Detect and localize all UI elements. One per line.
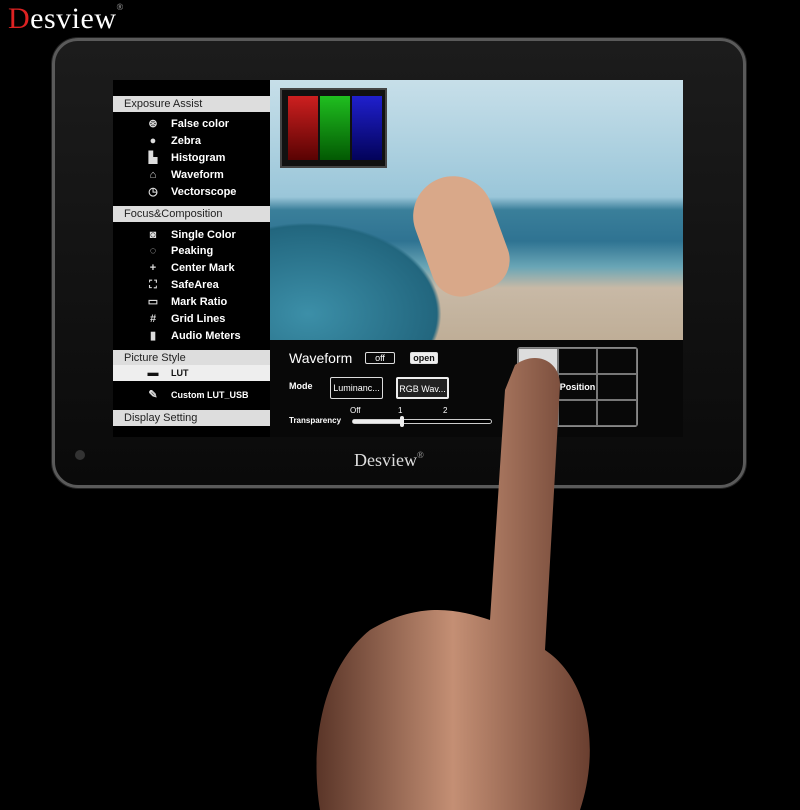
tick-1: 1 [398,406,403,415]
sidebar-item-label: Waveform [171,169,224,181]
sidebar-item-label: SafeArea [171,279,219,291]
position-grid: Position [517,347,638,427]
transparency-label: Transparency [289,416,342,425]
sidebar-item-peaking[interactable]: ◌ Peaking [113,243,270,259]
mode-rgb-waveform-button[interactable]: RGB Wav... [396,377,449,399]
section-header[interactable]: Display Setting [113,410,270,426]
zebra-icon: ● [149,135,157,147]
sidebar-item-zebra[interactable]: ● Zebra [113,133,270,149]
single-color-icon: ◙ [149,229,157,241]
brand-logo: Desview® [8,2,124,35]
sidebar-item-label: Audio Meters [171,330,241,342]
sidebar-item-mark-ratio[interactable]: ▭ Mark Ratio [113,294,270,310]
video-preview [270,80,683,340]
sidebar-item-audio-meters[interactable]: ▮ Audio Meters [113,328,270,344]
sidebar-item-lut[interactable]: ▬ LUT [113,365,270,381]
position-cell-top-right[interactable] [597,348,637,374]
sidebar-item-label: Histogram [171,152,226,164]
mode-luminance-button[interactable]: Luminanc... [330,377,383,399]
vectorscope-icon: ◷ [148,186,158,198]
edit-icon: ✎ [148,389,158,401]
sidebar-item-label: Center Mark [171,262,235,274]
sidebar-item-label: Vectorscope [171,186,237,198]
section-header[interactable]: Picture Style [113,350,270,366]
histogram-icon: ▙ [148,152,158,164]
sidebar-item-custom-lut-usb[interactable]: ✎ Custom LUT_USB [113,387,270,403]
sidebar-item-waveform[interactable]: ⌂ Waveform [113,167,270,183]
safe-area-icon: ⛶ [149,279,157,291]
sidebar-item-label: Grid Lines [171,313,226,325]
waveform-settings-panel: Waveform off open Mode Luminanc... RGB W… [270,340,683,437]
sidebar-item-label: LUT [171,368,189,378]
sidebar-item-vectorscope[interactable]: ◷ Vectorscope [113,184,270,200]
lut-icon: ▬ [147,367,159,379]
tick-2: 2 [443,406,448,415]
sidebar-item-label: Zebra [171,135,201,147]
sidebar-item-label: Single Color [171,229,236,241]
camera-sensor-icon [75,450,85,460]
sidebar-item-grid-lines[interactable]: # Grid Lines [113,311,270,327]
position-cell-bottom-right[interactable] [597,400,637,426]
position-cell-bottom-left[interactable] [518,400,558,426]
open-button[interactable]: open [410,352,438,364]
grid-lines-icon: # [149,313,157,325]
waveform-overlay [280,88,387,168]
mark-ratio-icon: ▭ [147,296,159,308]
sidebar-menu: Exposure Assist ⊛ False color ● Zebra ▙ Histog… [113,80,270,437]
off-button[interactable]: off [365,352,395,364]
panel-title: Waveform [289,350,353,366]
bezel-logo: Desview® [354,450,424,470]
monitor-screen: Exposure Assist ⊛ False color ● Zebra ▙ Histog… [113,80,683,437]
position-cell-top-center[interactable] [557,348,598,374]
slider-handle[interactable] [399,416,404,427]
false-color-icon: ⊛ [148,118,158,130]
position-cell-middle-left[interactable] [518,374,558,400]
position-cell-middle-right[interactable] [597,374,637,400]
position-label: Position [557,374,598,400]
position-cell-bottom-center[interactable] [557,400,598,426]
section-header[interactable]: Focus&Composition [113,206,270,222]
center-mark-icon: + [149,262,157,274]
sidebar-item-histogram[interactable]: ▙ Histogram [113,150,270,166]
section-header[interactable]: Exposure Assist [113,96,270,112]
sidebar-item-label: Mark Ratio [171,296,228,308]
sidebar-item-safearea[interactable]: ⛶ SafeArea [113,277,270,293]
position-cell-top-left[interactable] [518,348,558,374]
sidebar-item-label: False color [171,118,230,130]
waveform-icon: ⌂ [149,169,157,181]
sidebar-item-false-color[interactable]: ⊛ False color [113,116,270,132]
sidebar-item-label: Custom LUT_USB [171,390,249,400]
sidebar-item-center-mark[interactable]: + Center Mark [113,260,270,276]
mode-label: Mode [289,381,313,391]
sidebar-item-single-color[interactable]: ◙ Single Color [113,227,270,243]
audio-meters-icon: ▮ [149,330,157,342]
peaking-icon: ◌ [149,245,157,257]
transparency-slider[interactable] [352,416,492,427]
sidebar-item-label: Peaking [171,245,214,257]
tick-off: Off [350,406,361,415]
